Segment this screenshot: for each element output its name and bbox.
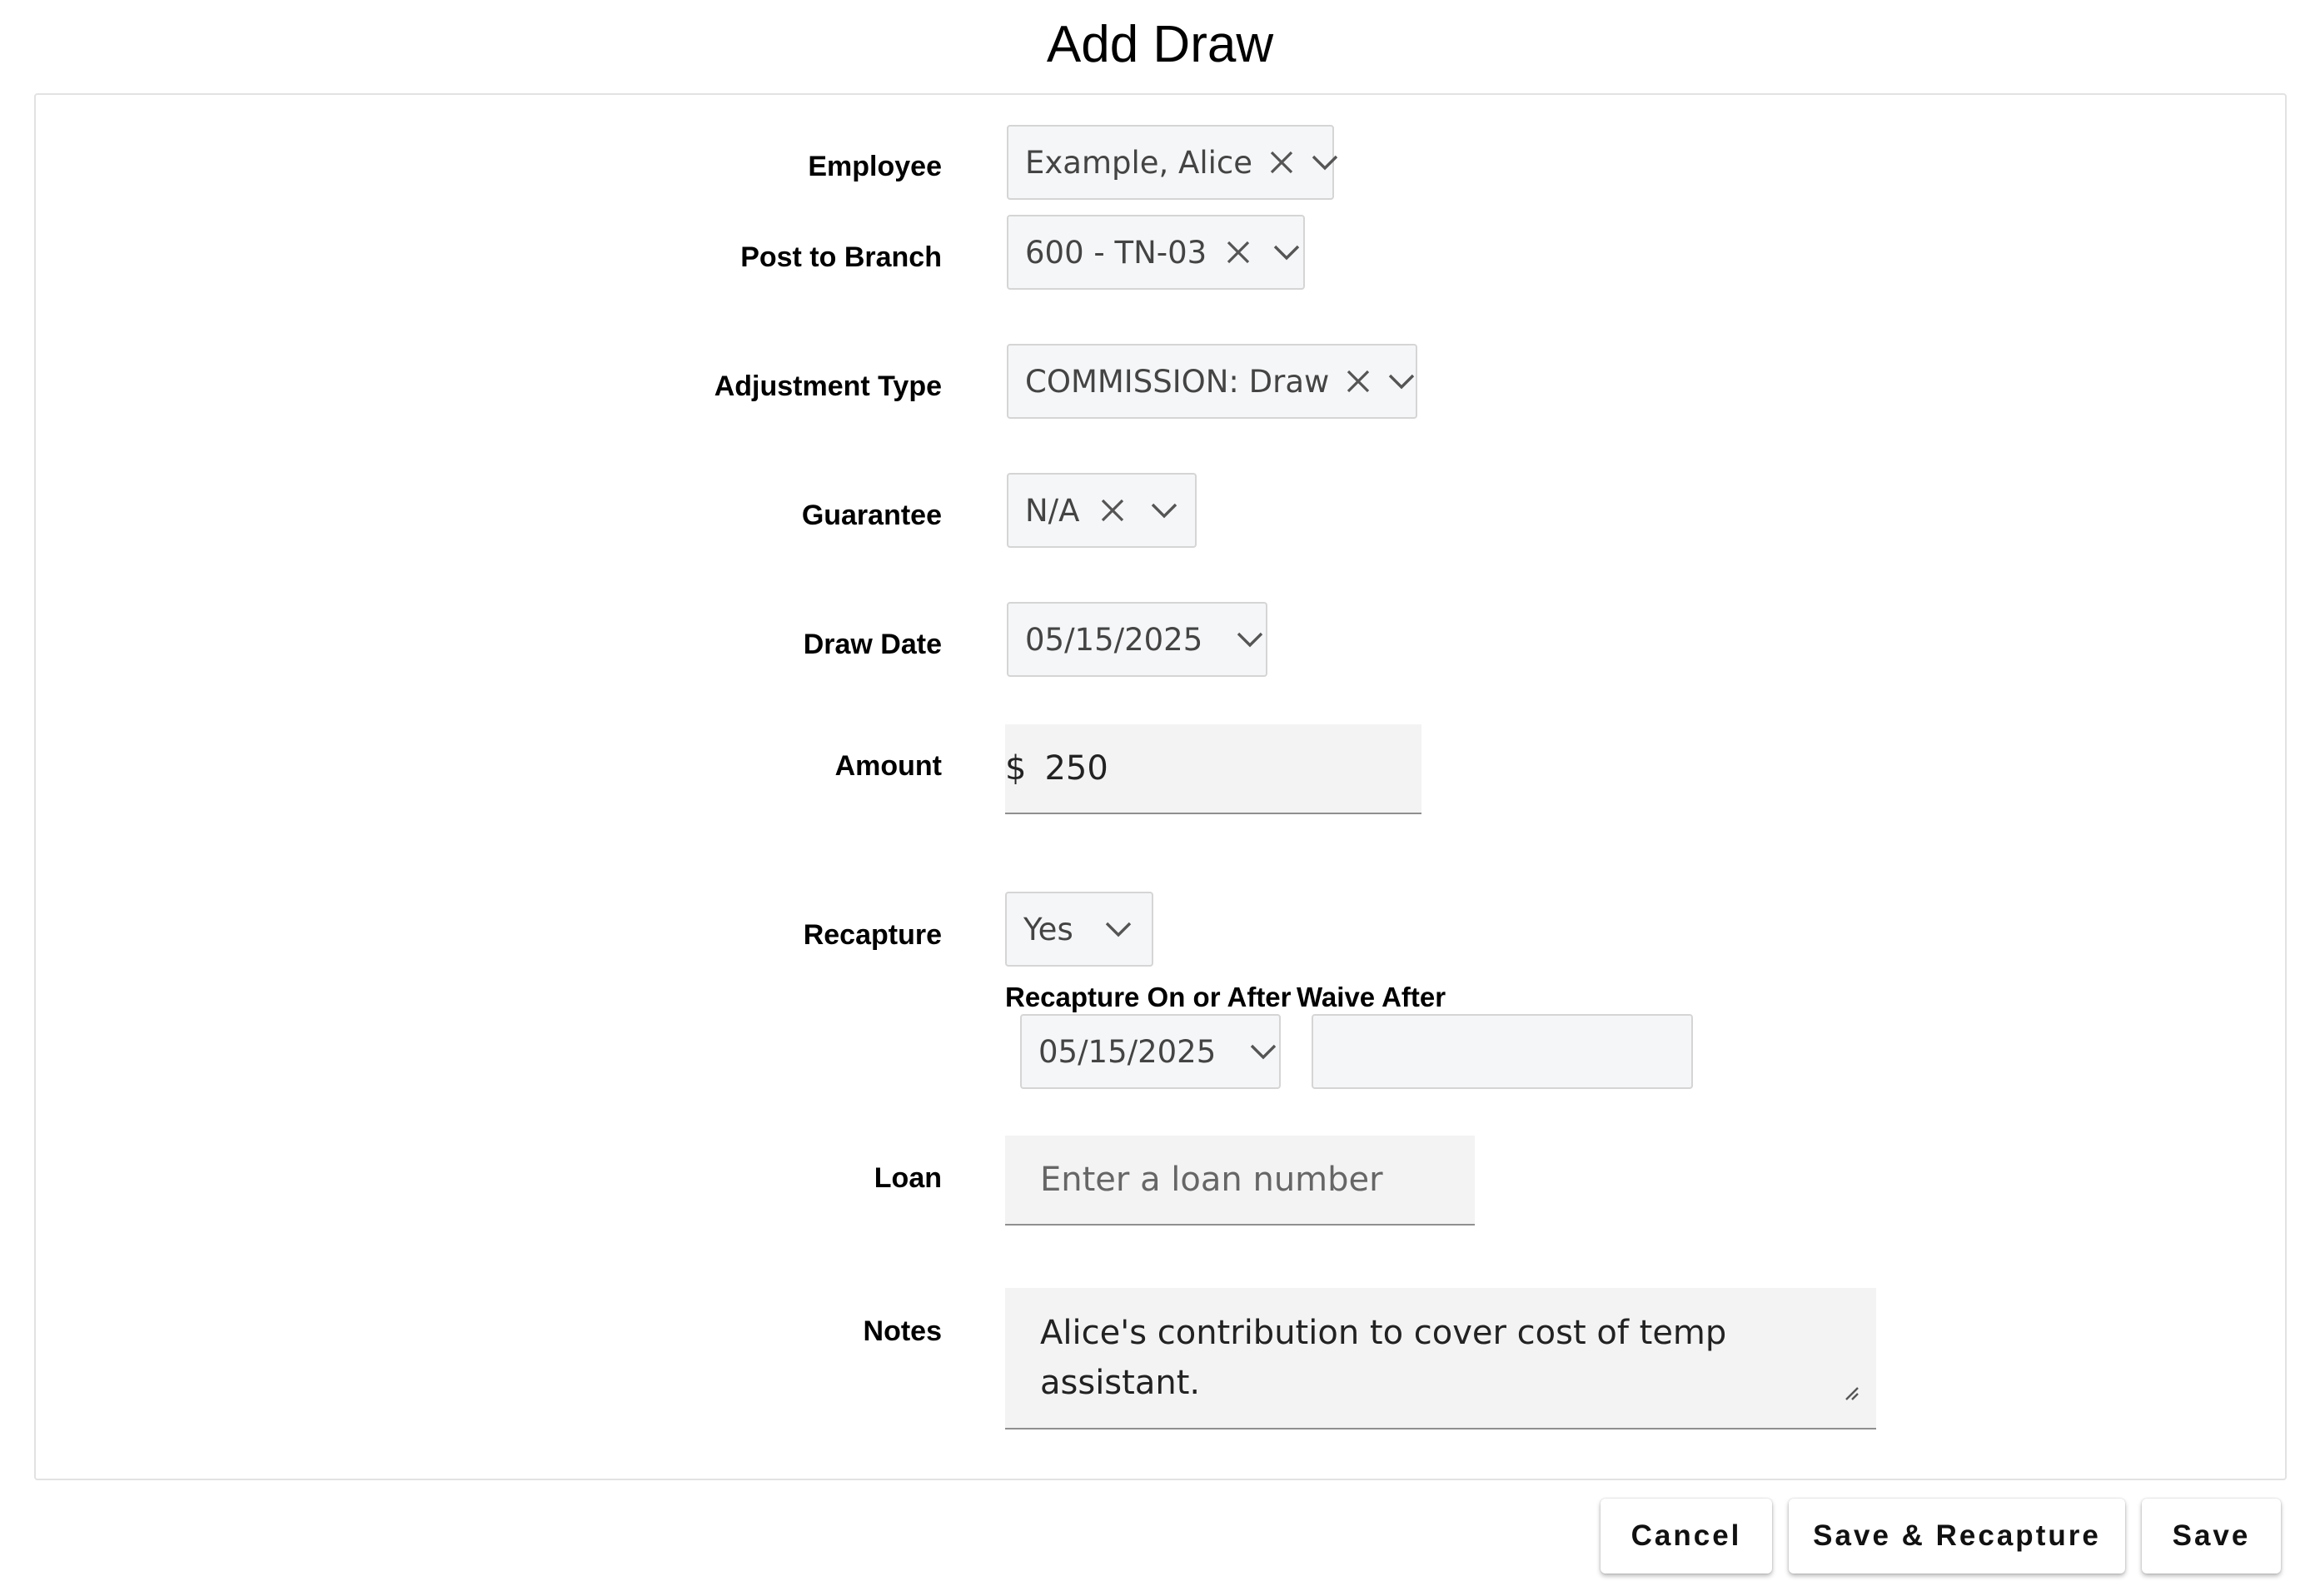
resize-handle-icon[interactable]	[1843, 1371, 1859, 1410]
loan-label: Loan	[874, 1162, 942, 1194]
amount-label: Amount	[834, 750, 942, 782]
employee-select[interactable]: Example, Alice	[1007, 125, 1338, 200]
post-to-branch-label: Post to Branch	[740, 241, 942, 273]
post-to-branch-value: 600 - TN-03	[1025, 234, 1207, 271]
save-recapture-button[interactable]: Save & Recapture	[1789, 1499, 2125, 1574]
amount-field[interactable]: $ 250	[1005, 724, 1421, 814]
chevron-down-icon[interactable]	[1247, 1033, 1279, 1070]
recapture-label: Recapture	[803, 919, 942, 951]
adjustment-type-value: COMMISSION: Draw	[1025, 363, 1330, 400]
notes-label: Notes	[863, 1315, 942, 1347]
loan-input[interactable]: Enter a loan number	[1005, 1136, 1475, 1226]
waive-after-label: Waive After	[1297, 982, 1446, 1012]
notes-textarea[interactable]: Alice's contribution to cover cost of te…	[1005, 1288, 1876, 1429]
employee-value: Example, Alice	[1025, 144, 1253, 181]
draw-date-picker[interactable]: 05/15/2025	[1007, 602, 1267, 677]
adjustment-type-label: Adjustment Type	[714, 370, 942, 402]
close-icon[interactable]	[1269, 146, 1294, 179]
draw-date-value: 05/15/2025	[1025, 621, 1203, 658]
close-icon[interactable]	[1346, 365, 1371, 398]
close-icon[interactable]	[1096, 494, 1129, 527]
recapture-value: Yes	[1023, 911, 1073, 947]
page-title: Add Draw	[1046, 16, 1274, 73]
currency-symbol: $	[1005, 749, 1027, 788]
chevron-down-icon[interactable]	[1234, 621, 1266, 658]
guarantee-select[interactable]: N/A	[1007, 473, 1197, 548]
recapture-select[interactable]: Yes	[1005, 892, 1153, 967]
recapture-on-or-after-value: 05/15/2025	[1038, 1033, 1217, 1070]
chevron-down-icon[interactable]	[1387, 363, 1416, 400]
save-button[interactable]: Save	[2142, 1499, 2281, 1574]
close-icon[interactable]	[1223, 236, 1253, 269]
adjustment-type-select[interactable]: COMMISSION: Draw	[1007, 344, 1417, 419]
recapture-on-or-after-picker[interactable]: 05/15/2025	[1020, 1014, 1281, 1089]
guarantee-label: Guarantee	[801, 500, 942, 531]
notes-value: Alice's contribution to cover cost of te…	[1040, 1314, 1727, 1402]
post-to-branch-select[interactable]: 600 - TN-03	[1007, 215, 1305, 290]
chevron-down-icon[interactable]	[1146, 492, 1182, 529]
waive-after-field[interactable]	[1312, 1014, 1693, 1089]
recapture-on-or-after-label: Recapture On or After	[1005, 982, 1292, 1012]
chevron-down-icon[interactable]	[1270, 234, 1303, 271]
cancel-button[interactable]: Cancel	[1601, 1499, 1772, 1574]
guarantee-value: N/A	[1025, 492, 1080, 529]
chevron-down-icon[interactable]	[1311, 144, 1339, 181]
loan-placeholder: Enter a loan number	[1040, 1161, 1383, 1199]
chevron-down-icon[interactable]	[1100, 911, 1137, 947]
draw-date-label: Draw Date	[803, 629, 942, 660]
employee-label: Employee	[808, 151, 942, 182]
amount-value: 250	[1044, 749, 1108, 788]
